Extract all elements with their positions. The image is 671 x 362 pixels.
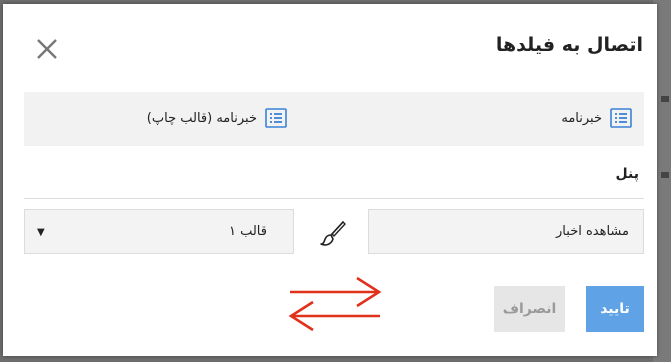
confirm-button[interactable]: تایید [586,286,644,332]
info-label-newsletter: خبرنامه [561,110,602,126]
info-bar: خبرنامه خبرنامه (قالب چاپ) [24,92,644,146]
panel-label: پنل [615,166,639,182]
news-field-value: مشاهده اخبار [556,224,629,239]
connect-fields-dialog: اتصال به فیلدها خبرنامه خبرنامه (قالب چا… [3,4,657,356]
divider [24,198,644,199]
cancel-button[interactable]: انصراف [494,286,565,332]
background-mark [661,172,669,178]
info-label-newsletter-print: خبرنامه (قالب چاپ) [146,110,257,126]
background-mark [661,96,669,102]
template-select[interactable]: قالب ۱ ▼ [24,209,294,254]
news-field[interactable]: مشاهده اخبار [368,209,644,254]
list-icon [610,108,632,128]
dialog-title: اتصال به فیلدها [495,34,643,56]
template-select-value: قالب ۱ [228,224,267,239]
close-icon[interactable] [36,38,58,60]
dropdown-arrow-icon: ▼ [37,227,45,238]
info-item-newsletter: خبرنامه [561,108,632,128]
info-item-newsletter-print: خبرنامه (قالب چاپ) [147,108,287,128]
brush-icon [320,220,346,246]
swap-arrows-icon [288,276,382,332]
list-icon [265,108,287,128]
